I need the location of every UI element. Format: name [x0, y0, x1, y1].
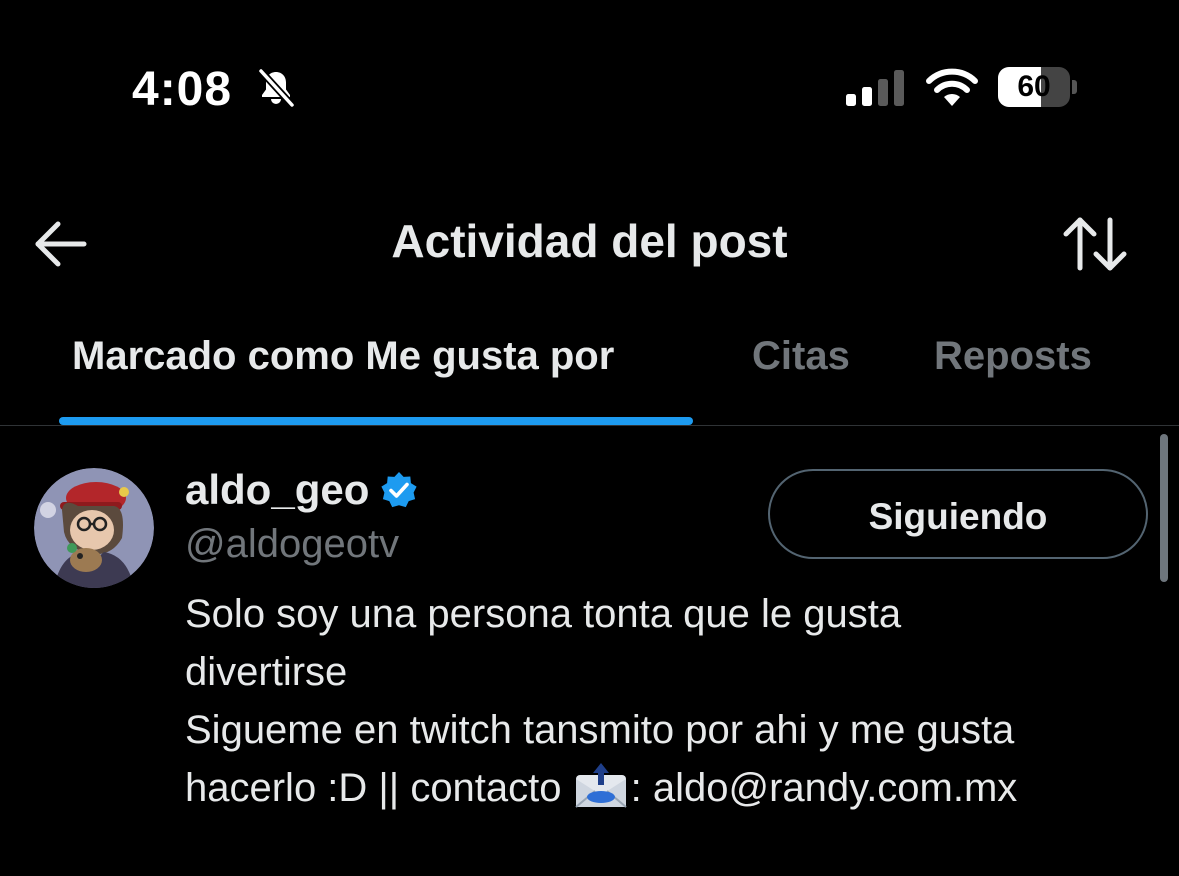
- bio-line: divertirse: [185, 650, 348, 694]
- user-handle: @aldogeotv: [185, 522, 400, 566]
- bio-line-contact: hacerlo :D || contacto : aldo@randy.com.…: [185, 759, 1155, 817]
- battery-percent: 60: [1017, 70, 1051, 103]
- wifi-icon: [926, 68, 978, 106]
- verified-badge-icon: [381, 472, 417, 508]
- user-bio: Solo soy una persona tonta que le gusta …: [185, 585, 1155, 817]
- user-display-name[interactable]: aldo_geo: [185, 466, 369, 514]
- tab-reposts[interactable]: Reposts: [934, 334, 1092, 379]
- scrollbar[interactable]: [1160, 434, 1168, 582]
- battery-nub: [1072, 80, 1077, 94]
- battery-icon: 60: [998, 67, 1077, 107]
- following-button[interactable]: Siguiendo: [768, 469, 1148, 559]
- tab-quotes[interactable]: Citas: [752, 334, 850, 379]
- tab-liked-by[interactable]: Marcado como Me gusta por: [72, 334, 614, 379]
- bell-slash-icon: [258, 68, 295, 108]
- avatar[interactable]: [34, 468, 154, 588]
- battery-body: 60: [998, 67, 1070, 107]
- page-title: Actividad del post: [391, 215, 788, 267]
- cellular-signal-icon: [846, 70, 904, 106]
- bio-line: Solo soy una persona tonta que le gusta: [185, 592, 902, 636]
- status-time: 4:08: [132, 63, 233, 116]
- bio-contact-prefix: hacerlo :D || contacto: [185, 766, 573, 810]
- tabs-divider: [0, 425, 1179, 426]
- active-tab-indicator: [59, 417, 693, 425]
- bio-line: Sigueme en twitch tansmito por ahi y me …: [185, 708, 1015, 752]
- sort-arrows-icon[interactable]: [1060, 214, 1130, 274]
- envelope-arrow-icon: [574, 763, 627, 808]
- bio-contact-suffix: : aldo@randy.com.mx: [630, 766, 1018, 810]
- user-name-row: aldo_geo: [185, 466, 419, 514]
- screen: 4:08 60 Actividad del post Marcado como …: [0, 0, 1179, 876]
